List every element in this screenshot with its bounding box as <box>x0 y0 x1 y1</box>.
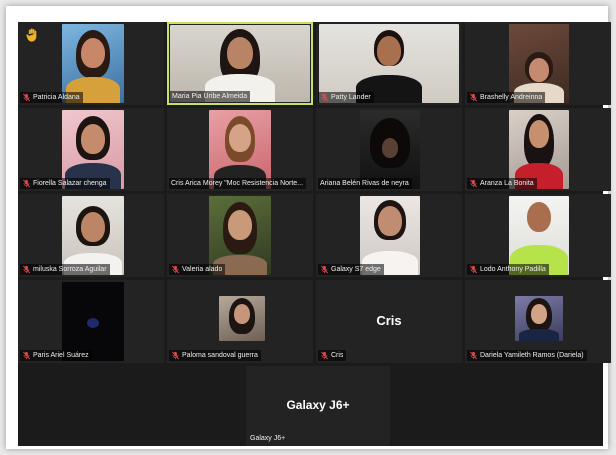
participant-tile-dariela-yamileth-ramos[interactable]: Dariela Yamileth Ramos (Dariela) <box>465 280 611 363</box>
participant-name-label: Brashelly Andreinna <box>467 92 546 103</box>
mic-muted-icon <box>470 179 477 188</box>
participant-name-label: Cris <box>318 350 347 361</box>
participant-name-label: Valeria alado <box>169 264 226 275</box>
participant-tile-ariana-belen-rivas[interactable]: Ariana Belén Rivas de neyra <box>316 108 462 191</box>
participant-name-label: Galaxy S7 edge <box>318 264 384 275</box>
participant-video <box>515 296 563 341</box>
participant-name-label: Lodo Anthony Padilla <box>467 264 549 275</box>
gallery-view: Patricia Aldana Maria Pia Uribe Almeida … <box>18 22 611 446</box>
participant-name-label: Paloma sandoval guerra <box>169 350 261 361</box>
participant-name-label: miluska Sorroza Aguilar <box>20 264 110 275</box>
participant-name-label: Patricia Aldana <box>20 92 83 103</box>
participant-tile-maria-pia-uribe-almeida[interactable]: Maria Pia Uribe Almeida <box>167 22 313 105</box>
participant-tile-paloma-sandoval-guerra[interactable]: Paloma sandoval guerra <box>167 280 313 363</box>
mic-muted-icon <box>23 93 30 102</box>
participant-name-label: Ariana Belén Rivas de neyra <box>318 178 412 189</box>
participant-tile-miluska-sorroza[interactable]: miluska Sorroza Aguilar <box>18 194 164 277</box>
participant-tile-paris-ariel-suarez[interactable]: Paris Ariel Suárez <box>18 280 164 363</box>
participant-tile-patricia-aldana[interactable]: Patricia Aldana <box>18 22 164 105</box>
mic-muted-icon <box>321 351 328 360</box>
participant-name-label: Fiorella Salazar chenga <box>20 178 110 189</box>
mic-muted-icon <box>23 265 30 274</box>
participant-tile-cris[interactable]: Cris Cris <box>316 280 462 363</box>
participant-tile-brashelly-andreinna[interactable]: Brashelly Andreinna <box>465 22 611 105</box>
participant-video <box>219 296 265 341</box>
participant-tile-lodo-anthony-padilla[interactable]: Lodo Anthony Padilla <box>465 194 611 277</box>
mic-muted-icon <box>470 93 477 102</box>
participant-name-label: Paris Ariel Suárez <box>20 350 92 361</box>
participant-name-label: Cris Arica Morey "Moc Resistencia Norte.… <box>169 178 307 189</box>
mic-muted-icon <box>23 351 30 360</box>
participant-tile-aranza-la-bonita[interactable]: Aranza La Bonita <box>465 108 611 191</box>
participant-display-name: Galaxy J6+ <box>286 398 350 412</box>
mic-muted-icon <box>172 265 179 274</box>
participant-tile-patty-lander[interactable]: Patty Lander <box>316 22 462 105</box>
raised-hand-icon <box>26 28 37 42</box>
mic-muted-icon <box>470 351 477 360</box>
mic-muted-icon <box>321 265 328 274</box>
mic-muted-icon <box>23 179 30 188</box>
mic-muted-icon <box>321 93 328 102</box>
participant-tile-cris-arica-morey[interactable]: Cris Arica Morey "Moc Resistencia Norte.… <box>167 108 313 191</box>
participant-name-label: Dariela Yamileth Ramos (Dariela) <box>467 350 587 361</box>
mic-muted-icon <box>470 265 477 274</box>
mic-muted-icon <box>172 351 179 360</box>
participant-display-name: Cris <box>376 313 402 328</box>
participant-tile-valeria-alado[interactable]: Valeria alado <box>167 194 313 277</box>
participant-tile-galaxy-s7-edge[interactable]: Galaxy S7 edge <box>316 194 462 277</box>
participant-tile-galaxy-j6-plus[interactable]: Galaxy J6+ Galaxy J6+ <box>246 366 390 446</box>
participant-name-label: Maria Pia Uribe Almeida <box>170 91 251 102</box>
participant-tile-fiorella-salazar[interactable]: Fiorella Salazar chenga <box>18 108 164 191</box>
participant-name-label: Aranza La Bonita <box>467 178 537 189</box>
participant-name-label: Patty Lander <box>318 92 374 103</box>
participant-name-label: Galaxy J6+ <box>250 435 286 442</box>
